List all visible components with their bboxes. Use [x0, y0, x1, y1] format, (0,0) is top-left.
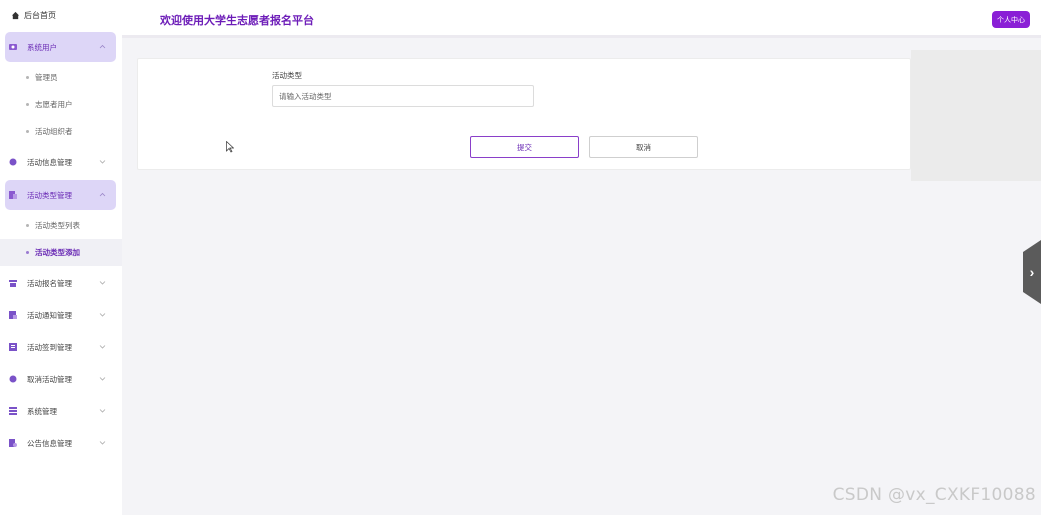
chevron-up-icon: [98, 190, 106, 198]
mouse-cursor-icon: [226, 140, 235, 153]
bullet-icon: [26, 103, 29, 106]
sidebar-item-volunteer-users[interactable]: 志愿者用户: [0, 91, 122, 118]
category-icon: [9, 191, 17, 199]
chevron-down-icon: [98, 438, 106, 446]
chevron-right-icon: ›: [1029, 264, 1035, 280]
chevron-down-icon: [98, 157, 106, 165]
menu-cancel-activity[interactable]: 取消活动管理: [5, 364, 116, 394]
side-expand-tab[interactable]: ›: [1023, 240, 1041, 304]
chevron-down-icon: [98, 374, 106, 382]
home-label: 后台首页: [24, 10, 56, 20]
bullet-icon: [26, 130, 29, 133]
sub-label: 活动类型添加: [35, 248, 80, 257]
chevron-down-icon: [98, 406, 106, 414]
top-header: 欢迎使用大学生志愿者报名平台 个人中心: [122, 0, 1041, 38]
notice-icon: [9, 311, 17, 319]
cancel-button[interactable]: 取消: [589, 136, 698, 158]
menu-label: 活动信息管理: [27, 157, 72, 167]
sidebar-item-organizers[interactable]: 活动组织者: [0, 118, 122, 145]
menu-label: 活动类型管理: [27, 190, 72, 200]
sub-label: 管理员: [35, 73, 58, 82]
bullet-icon: [26, 251, 29, 254]
menu-activity-checkin[interactable]: 活动签到管理: [5, 332, 116, 362]
chevron-down-icon: [98, 342, 106, 350]
watermark: CSDN @vx_CXKF10088: [832, 485, 1036, 505]
chevron-up-icon: [98, 42, 106, 50]
menu-label: 系统用户: [27, 42, 57, 52]
menu-activity-signup[interactable]: 活动报名管理: [5, 268, 116, 298]
submit-button[interactable]: 提交: [470, 136, 579, 158]
menu-system-users[interactable]: 系统用户: [5, 32, 116, 62]
menu-label: 系统管理: [27, 406, 57, 416]
checkin-icon: [9, 343, 17, 351]
bullet-icon: [26, 224, 29, 227]
menu-announcements[interactable]: 公告信息管理: [5, 428, 116, 458]
signup-icon: [9, 279, 17, 287]
menu-label: 取消活动管理: [27, 374, 72, 384]
menu-label: 活动签到管理: [27, 342, 72, 352]
chevron-down-icon: [98, 310, 106, 318]
sidebar: 后台首页 系统用户 管理员 志愿者用户 活动组织者 活动信息管理 活动类型管理 …: [0, 0, 122, 515]
sidebar-item-type-list[interactable]: 活动类型列表: [0, 212, 122, 239]
menu-system-management[interactable]: 系统管理: [5, 396, 116, 426]
activity-type-label: 活动类型: [272, 71, 302, 80]
system-icon: [9, 407, 17, 415]
announce-icon: [9, 439, 17, 447]
sub-label: 志愿者用户: [35, 100, 73, 109]
menu-activity-info[interactable]: 活动信息管理: [5, 147, 116, 177]
activity-type-input[interactable]: [272, 85, 534, 107]
menu-label: 活动报名管理: [27, 278, 72, 288]
menu-activity-type[interactable]: 活动类型管理: [5, 180, 116, 210]
user-center-button[interactable]: 个人中心: [992, 11, 1030, 28]
user-icon: [9, 43, 17, 51]
site-title: 欢迎使用大学生志愿者报名平台: [160, 15, 314, 27]
sub-label: 活动组织者: [35, 127, 73, 136]
chevron-down-icon: [98, 278, 106, 286]
bullet-icon: [26, 76, 29, 79]
cancel-icon: [9, 375, 17, 383]
home-link[interactable]: 后台首页: [0, 0, 122, 30]
sidebar-item-admin[interactable]: 管理员: [0, 64, 122, 91]
sidebar-item-type-add[interactable]: 活动类型添加: [0, 239, 122, 266]
right-panel: [911, 50, 1041, 181]
menu-label: 活动通知管理: [27, 310, 72, 320]
sub-label: 活动类型列表: [35, 221, 80, 230]
info-icon: [9, 158, 17, 166]
menu-label: 公告信息管理: [27, 438, 72, 448]
home-icon: [11, 11, 20, 20]
menu-activity-notice[interactable]: 活动通知管理: [5, 300, 116, 330]
